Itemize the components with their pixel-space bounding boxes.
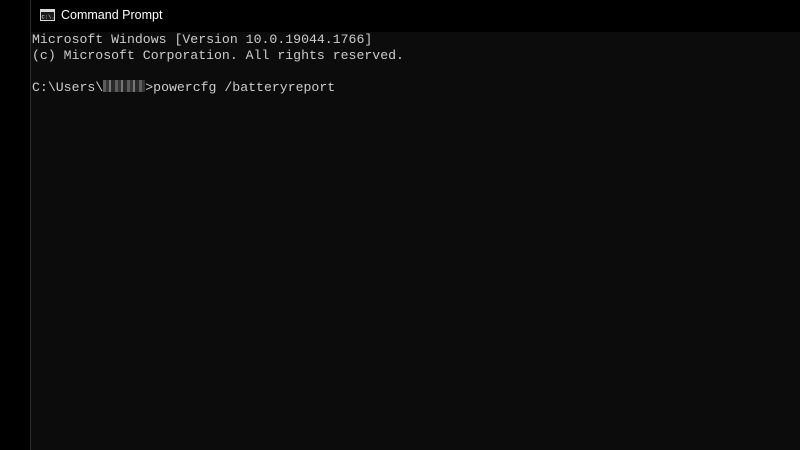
console-line-version: Microsoft Windows [Version 10.0.19044.17… bbox=[32, 32, 373, 47]
redacted-username bbox=[103, 80, 146, 92]
typed-command[interactable]: powercfg /batteryreport bbox=[153, 80, 335, 95]
prompt-suffix: > bbox=[145, 80, 154, 95]
prompt-prefix: C:\Users\ bbox=[32, 80, 104, 95]
command-prompt-window[interactable]: C:\. Command Prompt Microsoft Windows [V… bbox=[30, 0, 800, 450]
console-output[interactable]: Microsoft Windows [Version 10.0.19044.17… bbox=[31, 32, 800, 450]
svg-text:C:\.: C:\. bbox=[42, 14, 55, 21]
console-line-copyright: (c) Microsoft Corporation. All rights re… bbox=[32, 48, 404, 63]
title-bar[interactable]: C:\. Command Prompt bbox=[31, 0, 800, 32]
cmd-icon: C:\. bbox=[40, 9, 55, 21]
console-prompt-line[interactable]: C:\Users\ >powercfg /batteryreport bbox=[32, 80, 800, 96]
window-title: Command Prompt bbox=[61, 8, 163, 22]
desktop-screen: C:\. Command Prompt Microsoft Windows [V… bbox=[0, 0, 800, 450]
